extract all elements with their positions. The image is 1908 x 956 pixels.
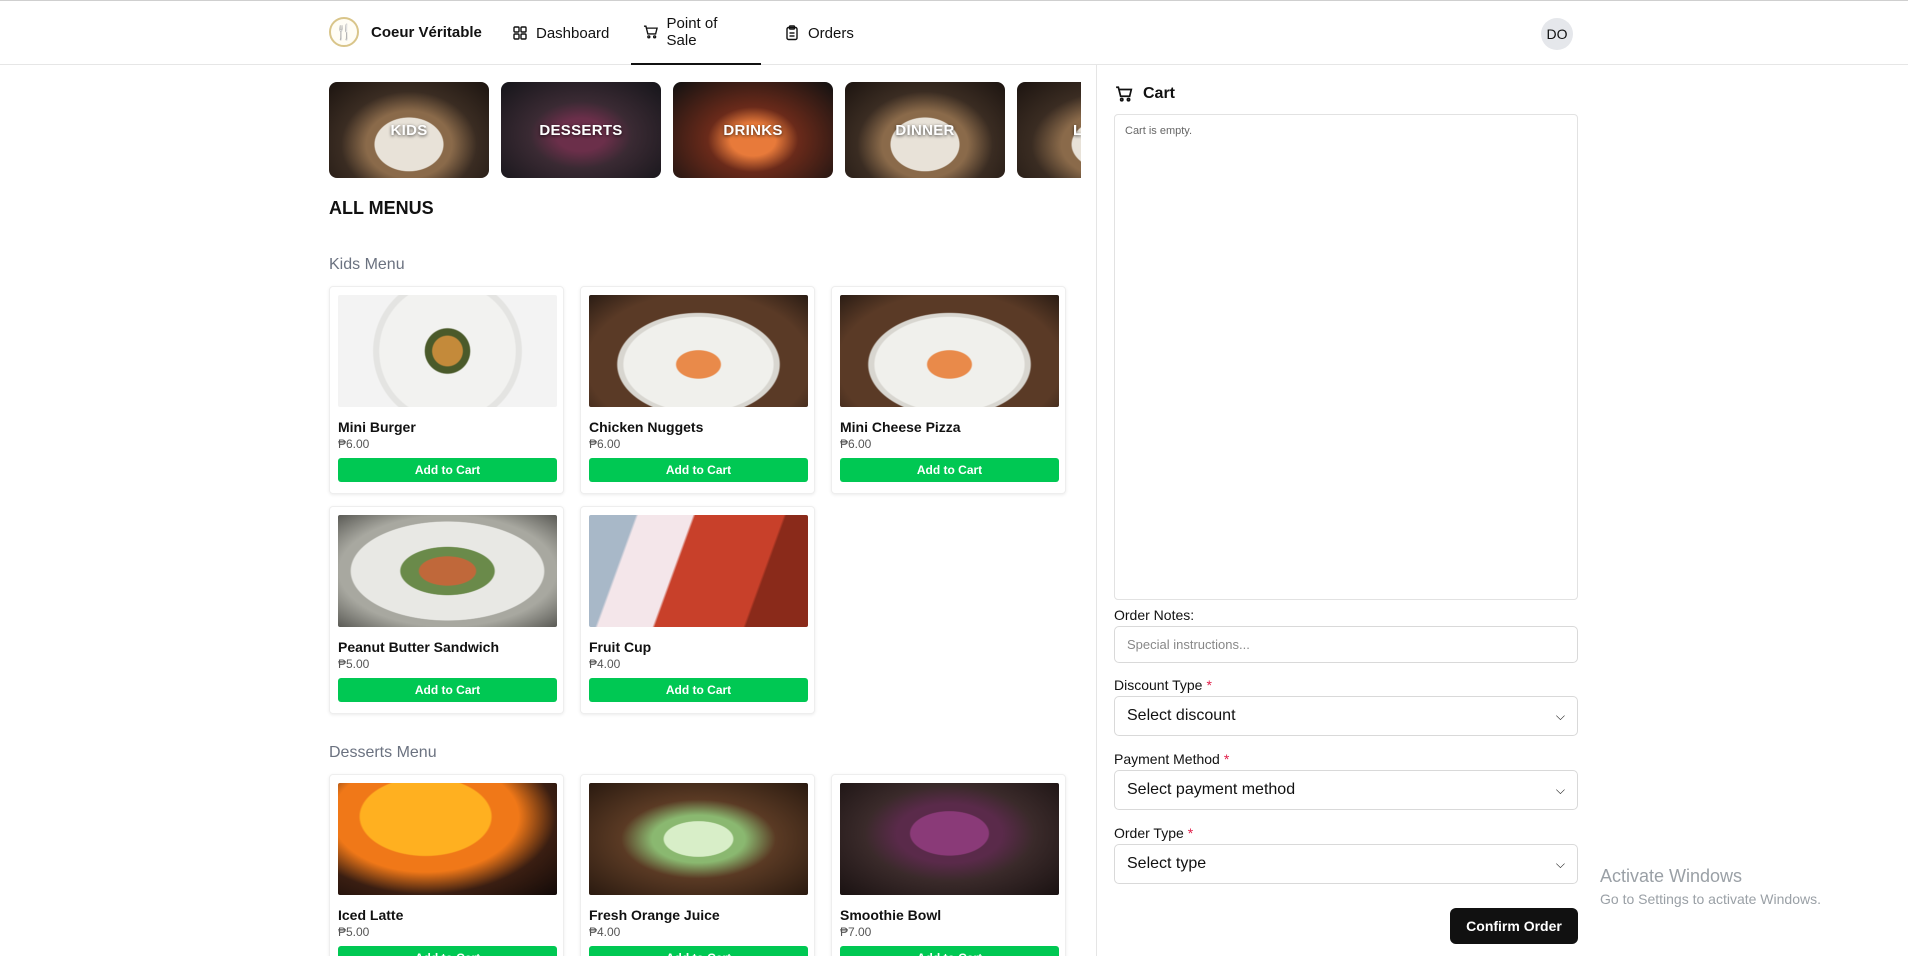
item-price: ₱6.00 bbox=[338, 437, 370, 451]
item-name: Fresh Orange Juice bbox=[589, 907, 720, 923]
category-carousel[interactable]: KIDS DESSERTS DRINKS DINNER L bbox=[329, 82, 1081, 178]
discount-type-select[interactable]: Select discount ⌵ bbox=[1114, 696, 1578, 736]
item-price: ₱7.00 bbox=[840, 925, 872, 939]
payment-select-value: Select payment method bbox=[1127, 781, 1296, 798]
nav-dashboard[interactable]: Dashboard bbox=[500, 1, 621, 65]
item-name: Peanut Butter Sandwich bbox=[338, 639, 500, 655]
category-kids[interactable]: KIDS bbox=[329, 82, 489, 178]
order-type-select-value: Select type bbox=[1127, 855, 1207, 872]
food-image bbox=[840, 295, 1059, 407]
item-name: Chicken Nuggets bbox=[589, 419, 704, 435]
category-label: L bbox=[1073, 121, 1081, 139]
item-price: ₱6.00 bbox=[589, 437, 621, 451]
payment-label-text: Payment Method bbox=[1114, 751, 1220, 767]
item-price: ₱4.00 bbox=[589, 657, 621, 671]
chevron-down-icon: ⌵ bbox=[1555, 782, 1565, 797]
drink-image bbox=[338, 783, 557, 895]
category-dinner[interactable]: DINNER bbox=[845, 82, 1005, 178]
payment-method-select[interactable]: Select payment method ⌵ bbox=[1114, 770, 1578, 810]
discount-type-label: Discount Type * bbox=[1114, 677, 1212, 693]
nav-point-of-sale[interactable]: Point of Sale bbox=[631, 1, 761, 65]
cart-icon bbox=[643, 25, 658, 39]
nav-dashboard-label: Dashboard bbox=[536, 24, 610, 42]
brand-name: Coeur Véritable bbox=[371, 23, 482, 41]
watermark-title: Activate Windows bbox=[1600, 866, 1743, 886]
item-name: Fruit Cup bbox=[589, 639, 652, 655]
drink-image bbox=[840, 783, 1059, 895]
order-notes-label: Order Notes: bbox=[1114, 607, 1195, 623]
category-label: DRINKS bbox=[723, 121, 783, 139]
menu-card: Peanut Butter Sandwich ₱5.00 Add to Cart bbox=[329, 506, 564, 714]
all-menus-heading: ALL MENUS bbox=[329, 198, 434, 218]
item-name: Mini Cheese Pizza bbox=[840, 419, 961, 435]
cart-items-list[interactable]: Cart is empty. bbox=[1114, 114, 1578, 600]
discount-select-value: Select discount bbox=[1127, 707, 1236, 724]
menu-card: Mini Burger ₱6.00 Add to Cart bbox=[329, 286, 564, 494]
food-image bbox=[338, 515, 557, 627]
menu-card: Fresh Orange Juice ₱4.00 Add to Cart bbox=[580, 774, 815, 956]
category-drinks[interactable]: DRINKS bbox=[673, 82, 833, 178]
category-label: DINNER bbox=[895, 121, 955, 139]
restaurant-logo-icon: 🍴 bbox=[329, 17, 359, 47]
item-price: ₱5.00 bbox=[338, 925, 370, 939]
grid-icon bbox=[513, 26, 527, 40]
order-type-select[interactable]: Select type ⌵ bbox=[1114, 844, 1578, 884]
category-label: DESSERTS bbox=[539, 121, 623, 139]
user-avatar[interactable]: DO bbox=[1541, 18, 1573, 50]
category-desserts[interactable]: DESSERTS bbox=[501, 82, 661, 178]
category-lunch[interactable]: L bbox=[1017, 82, 1081, 178]
item-name: Smoothie Bowl bbox=[840, 907, 942, 923]
add-to-cart-button[interactable]: Add to Cart bbox=[589, 678, 808, 702]
add-to-cart-button[interactable]: Add to Cart bbox=[338, 458, 557, 482]
menu-card: Chicken Nuggets ₱6.00 Add to Cart bbox=[580, 286, 815, 494]
activate-windows-watermark: Activate Windows Go to Settings to activ… bbox=[1600, 866, 1821, 907]
chevron-down-icon: ⌵ bbox=[1555, 708, 1565, 723]
watermark-subtitle: Go to Settings to activate Windows. bbox=[1600, 891, 1821, 907]
nav-orders[interactable]: Orders bbox=[772, 1, 866, 65]
order-type-label: Order Type * bbox=[1114, 825, 1193, 841]
cart-empty-text: Cart is empty. bbox=[1125, 125, 1193, 137]
required-marker: * bbox=[1187, 825, 1194, 841]
item-price: ₱4.00 bbox=[589, 925, 621, 939]
add-to-cart-button[interactable]: Add to Cart bbox=[338, 678, 557, 702]
required-marker: * bbox=[1206, 677, 1212, 693]
category-label: KIDS bbox=[390, 121, 428, 139]
menu-card: Iced Latte ₱5.00 Add to Cart bbox=[329, 774, 564, 956]
top-navbar: 🍴 Coeur Véritable Dashboard Point of Sal… bbox=[0, 0, 1908, 65]
required-marker: * bbox=[1223, 751, 1230, 767]
item-price: ₱5.00 bbox=[338, 657, 370, 671]
add-to-cart-button[interactable]: Add to Cart bbox=[840, 946, 1059, 956]
add-to-cart-button[interactable]: Add to Cart bbox=[840, 458, 1059, 482]
food-image bbox=[589, 515, 808, 627]
payment-method-label: Payment Method * bbox=[1114, 751, 1229, 767]
add-to-cart-button[interactable]: Add to Cart bbox=[589, 946, 808, 956]
order-notes-field[interactable] bbox=[1114, 626, 1578, 663]
item-name: Mini Burger bbox=[338, 419, 416, 435]
item-name: Iced Latte bbox=[338, 907, 404, 923]
brand[interactable]: 🍴 Coeur Véritable bbox=[329, 17, 482, 47]
menu-card: Mini Cheese Pizza ₱6.00 Add to Cart bbox=[831, 286, 1066, 494]
item-price: ₱6.00 bbox=[840, 437, 872, 451]
section-title-desserts: Desserts Menu bbox=[329, 744, 437, 761]
section-title-kids: Kids Menu bbox=[329, 256, 405, 273]
cart-icon bbox=[1116, 86, 1133, 102]
confirm-order-button[interactable]: Confirm Order bbox=[1450, 908, 1578, 944]
food-image bbox=[338, 295, 557, 407]
menu-card: Fruit Cup ₱4.00 Add to Cart bbox=[580, 506, 815, 714]
cart-title: Cart bbox=[1143, 85, 1176, 102]
menu-card: Smoothie Bowl ₱7.00 Add to Cart bbox=[831, 774, 1066, 956]
discount-label-text: Discount Type bbox=[1114, 677, 1203, 693]
nav-orders-label: Orders bbox=[808, 24, 854, 42]
food-image bbox=[589, 295, 808, 407]
add-to-cart-button[interactable]: Add to Cart bbox=[338, 946, 557, 956]
clipboard-icon bbox=[786, 25, 798, 41]
cart-panel: Cart Cart is empty. Order Notes: Discoun… bbox=[1096, 65, 1908, 956]
drink-image bbox=[589, 783, 808, 895]
add-to-cart-button[interactable]: Add to Cart bbox=[589, 458, 808, 482]
nav-pos-label: Point of Sale bbox=[666, 15, 718, 49]
chevron-down-icon: ⌵ bbox=[1555, 856, 1565, 871]
order-notes-input[interactable] bbox=[1115, 627, 1577, 662]
cart-header: Cart bbox=[1115, 85, 1175, 103]
order-type-label-text: Order Type bbox=[1114, 825, 1184, 841]
